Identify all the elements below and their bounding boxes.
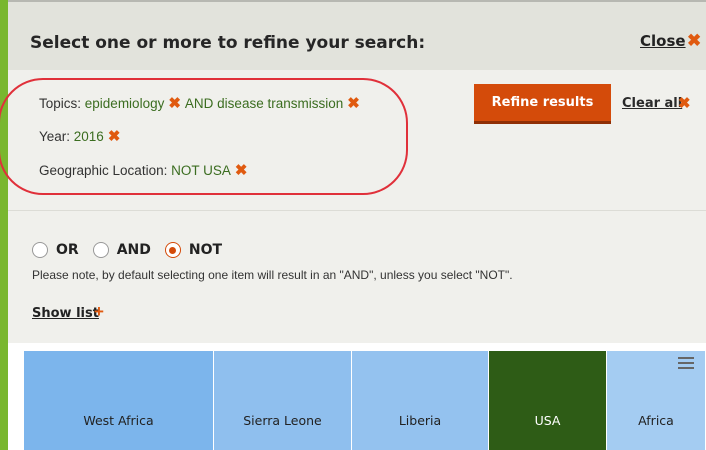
logic-radio-group: OR AND NOT [32, 242, 236, 258]
logic-note: Please note, by default selecting one it… [32, 268, 513, 282]
left-accent-bar [0, 0, 8, 450]
tile-label: Africa [638, 413, 674, 428]
radio-or-label: OR [56, 242, 79, 258]
radio-and-circle[interactable] [92, 242, 109, 258]
filter-year: Year: 2016 ✖ [39, 127, 124, 145]
plus-icon[interactable]: + [94, 302, 104, 322]
treemap-tile-west-africa[interactable]: West Africa [24, 351, 214, 450]
treemap-tile-usa[interactable]: USA [489, 351, 607, 450]
location-treemap: West Africa Sierra Leone Liberia USA Afr… [8, 343, 706, 450]
filter-topics-label: Topics: [39, 96, 85, 111]
tile-label: Liberia [398, 413, 442, 428]
filter-topics: Topics: epidemiology ✖ AND disease transmi… [39, 94, 364, 112]
filter-topic-value-2: AND disease transmission [184, 96, 344, 111]
remove-geo-icon[interactable]: ✖ [235, 161, 248, 179]
filter-topic-value-1: epidemiology [84, 96, 165, 111]
treemap-tile-liberia[interactable]: Liberia [352, 351, 489, 450]
radio-and[interactable]: AND [92, 242, 151, 258]
remove-topic-2-icon[interactable]: ✖ [347, 94, 360, 112]
remove-topic-1-icon[interactable]: ✖ [168, 94, 181, 112]
panel-header: Select one or more to refine your search… [8, 0, 706, 70]
hamburger-menu-icon[interactable] [678, 357, 694, 371]
filter-geo-value: NOT USA [171, 163, 231, 178]
radio-or-circle[interactable] [32, 242, 48, 258]
radio-not[interactable]: NOT [164, 242, 223, 258]
show-list-link[interactable]: Show list [32, 306, 99, 321]
remove-year-icon[interactable]: ✖ [108, 127, 121, 145]
filter-geo-label: Geographic Location: [39, 163, 172, 178]
clear-all-icon[interactable]: ✖ [678, 94, 691, 112]
clear-all-link[interactable]: Clear all [622, 96, 682, 111]
radio-selected-dot [169, 246, 177, 254]
close-link[interactable]: Close [640, 32, 686, 50]
selected-filters: Topics: epidemiology ✖ AND disease transmi… [0, 70, 706, 211]
tile-label: Sierra Leone [243, 413, 322, 428]
tile-label: West Africa [83, 413, 154, 428]
radio-or[interactable]: OR [32, 242, 79, 258]
filter-year-label: Year: [39, 129, 74, 144]
filter-year-value: 2016 [73, 129, 104, 144]
refine-results-button[interactable]: Refine results [474, 84, 611, 124]
radio-not-label: NOT [188, 242, 223, 258]
filter-geo: Geographic Location: NOT USA ✖ [39, 161, 251, 179]
close-icon[interactable]: ✖ [687, 31, 701, 51]
tile-label: USA [534, 413, 561, 428]
treemap-tile-sierra-leone[interactable]: Sierra Leone [214, 351, 352, 450]
radio-and-label: AND [116, 242, 151, 258]
panel-title: Select one or more to refine your search… [30, 33, 426, 53]
radio-not-circle[interactable] [164, 242, 181, 258]
